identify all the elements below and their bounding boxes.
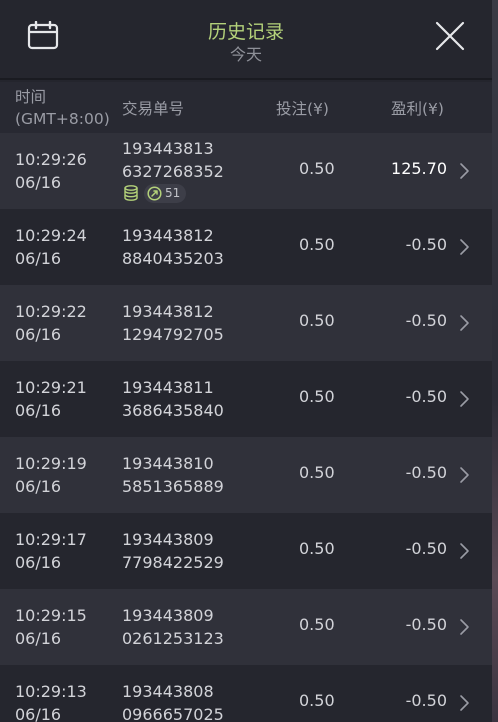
row-bet: 0.50 [299,311,335,330]
row-order-line1: 193443809 [122,606,214,625]
chevron-right-icon[interactable] [459,617,471,637]
row-profit: -0.50 [405,539,447,558]
row-order-id: 193443813 6327268352 [122,137,224,183]
table-row[interactable]: 10:29:22 06/16 193443812 1294792705 0.50… [0,285,492,361]
history-list: 10:29:26 06/16 193443813 6327268352 0.50… [0,133,492,722]
row-bet: 0.50 [299,235,335,254]
row-time-clock: 10:29:17 [15,530,87,549]
row-order-line1: 193443812 [122,302,214,321]
free-spin-icon [147,185,162,201]
row-time: 10:29:15 06/16 [15,604,87,650]
row-profit: -0.50 [405,387,447,406]
row-order-line1: 193443810 [122,454,214,473]
row-badges: 51 [122,183,187,203]
column-bet: 投注(¥) [276,100,329,118]
row-order-id: 193443809 7798422529 [122,528,224,574]
table-row[interactable]: 10:29:19 06/16 193443810 5851365889 0.50… [0,437,492,513]
table-row[interactable]: 10:29:26 06/16 193443813 6327268352 0.50… [0,133,492,209]
column-header: 时间 (GMT+8:00) 交易单号 投注(¥) 盈利(¥) [0,82,492,133]
row-time-date: 06/16 [15,629,62,648]
chevron-right-icon[interactable] [459,237,471,257]
row-order-line2: 7798422529 [122,553,224,572]
header: 历史记录 今天 [0,0,492,80]
row-profit: -0.50 [405,463,447,482]
chevron-right-icon[interactable] [459,541,471,561]
row-order-id: 193443810 5851365889 [122,452,224,498]
history-panel: 历史记录 今天 时间 (GMT+8:00) 交易单号 投注(¥) 盈利(¥) 1… [0,0,492,722]
column-time: 时间 (GMT+8:00) [15,86,125,130]
free-spin-count: 51 [165,186,181,200]
table-row[interactable]: 10:29:13 06/16 193443808 0966657025 0.50… [0,665,492,722]
row-time-date: 06/16 [15,553,62,572]
row-order-line2: 6327268352 [122,162,224,181]
row-order-line2: 1294792705 [122,325,224,344]
page-title: 历史记录 [207,21,284,43]
row-order-id: 193443811 3686435840 [122,376,224,422]
table-row[interactable]: 10:29:24 06/16 193443812 8840435203 0.50… [0,209,492,285]
window-edge [492,0,498,722]
row-time: 10:29:19 06/16 [15,452,87,498]
row-bet: 0.50 [299,387,335,406]
row-order-id: 193443812 8840435203 [122,224,224,270]
row-order-line1: 193443812 [122,226,214,245]
row-bet: 0.50 [299,691,335,710]
row-time-date: 06/16 [15,401,62,420]
row-bet: 0.50 [299,615,335,634]
row-order-line2: 0966657025 [122,705,224,722]
row-profit: -0.50 [405,691,447,710]
row-time: 10:29:13 06/16 [15,680,87,722]
row-bet: 0.50 [299,463,335,482]
row-order-id: 193443809 0261253123 [122,604,224,650]
row-time-clock: 10:29:15 [15,606,87,625]
table-row[interactable]: 10:29:21 06/16 193443811 3686435840 0.50… [0,361,492,437]
page-subtitle: 今天 [229,45,262,64]
row-time: 10:29:26 06/16 [15,148,87,194]
chevron-right-icon[interactable] [459,313,471,333]
row-profit: -0.50 [405,235,447,254]
row-order-line2: 8840435203 [122,249,224,268]
row-time-date: 06/16 [15,173,62,192]
row-order-line1: 193443813 [122,139,214,158]
row-order-line2: 5851365889 [122,477,224,496]
row-order-line1: 193443811 [122,378,214,397]
row-order-line1: 193443808 [122,682,214,701]
chevron-right-icon[interactable] [459,693,471,713]
row-order-line2: 3686435840 [122,401,224,420]
chevron-right-icon[interactable] [459,161,471,181]
table-row[interactable]: 10:29:17 06/16 193443809 7798422529 0.50… [0,513,492,589]
row-order-line2: 0261253123 [122,629,224,648]
row-time: 10:29:22 06/16 [15,300,87,346]
column-time-tz: (GMT+8:00) [15,110,110,128]
row-time-clock: 10:29:13 [15,682,87,701]
table-row[interactable]: 10:29:15 06/16 193443809 0261253123 0.50… [0,589,492,665]
row-order-line1: 193443809 [122,530,214,549]
row-time-clock: 10:29:24 [15,226,87,245]
row-profit: -0.50 [405,311,447,330]
row-bet: 0.50 [299,539,335,558]
row-time-date: 06/16 [15,325,62,344]
row-bet: 0.50 [299,159,335,178]
row-time: 10:29:21 06/16 [15,376,87,422]
coins-icon [124,185,138,201]
row-order-id: 193443808 0966657025 [122,680,224,722]
row-profit: 125.70 [391,159,447,178]
column-profit: 盈利(¥) [391,100,444,118]
row-profit: -0.50 [405,615,447,634]
row-time-clock: 10:29:22 [15,302,87,321]
row-time-clock: 10:29:19 [15,454,87,473]
chevron-right-icon[interactable] [459,389,471,409]
chevron-right-icon[interactable] [459,465,471,485]
row-time-clock: 10:29:26 [15,150,87,169]
close-icon[interactable] [434,20,466,52]
row-order-id: 193443812 1294792705 [122,300,224,346]
row-time-date: 06/16 [15,705,62,722]
column-order: 交易单号 [122,100,185,118]
row-time-date: 06/16 [15,477,62,496]
row-time-clock: 10:29:21 [15,378,87,397]
row-time-date: 06/16 [15,249,62,268]
column-time-label: 时间 [15,88,47,106]
free-spin-badge: 51 [144,183,187,203]
row-time: 10:29:24 06/16 [15,224,87,270]
row-time: 10:29:17 06/16 [15,528,87,574]
